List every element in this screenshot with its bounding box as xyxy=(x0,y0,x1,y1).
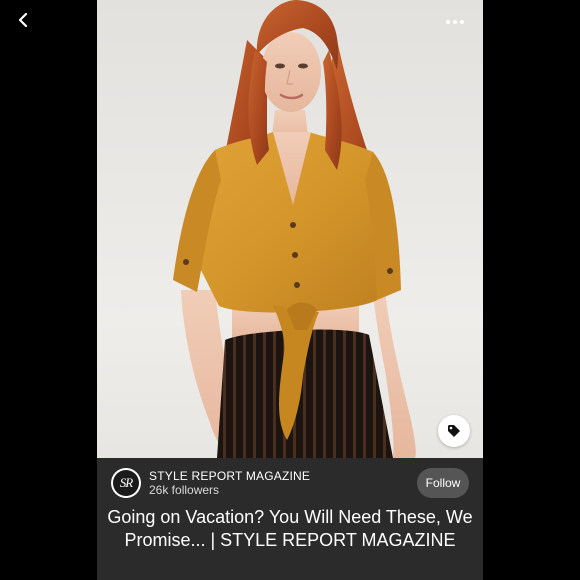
pin-title: Going on Vacation? You Will Need These, … xyxy=(107,507,473,550)
follow-button[interactable]: Follow xyxy=(417,468,469,498)
more-dot xyxy=(460,20,464,24)
pin-photo xyxy=(97,0,483,458)
pin-info-panel: SR STYLE REPORT MAGAZINE 26k followers F… xyxy=(97,458,483,580)
more-horizontal-icon xyxy=(446,20,450,24)
pin-card: SR STYLE REPORT MAGAZINE 26k followers F… xyxy=(97,0,483,580)
pin-image[interactable] xyxy=(97,0,483,458)
profile-name[interactable]: STYLE REPORT MAGAZINE xyxy=(149,469,310,483)
back-button[interactable] xyxy=(12,8,36,32)
profile-text: STYLE REPORT MAGAZINE 26k followers xyxy=(149,469,310,497)
avatar[interactable]: SR xyxy=(111,468,141,498)
avatar-text: SR xyxy=(113,470,139,496)
pin-detail-screen: SR STYLE REPORT MAGAZINE 26k followers F… xyxy=(0,0,580,580)
more-options-button[interactable] xyxy=(441,12,469,32)
more-dot xyxy=(453,20,457,24)
profile-section: SR STYLE REPORT MAGAZINE 26k followers xyxy=(111,468,310,498)
tag-icon xyxy=(448,425,460,437)
chevron-left-icon xyxy=(18,13,28,27)
follower-count: 26k followers xyxy=(149,483,220,497)
shop-tag-button[interactable] xyxy=(438,415,470,447)
